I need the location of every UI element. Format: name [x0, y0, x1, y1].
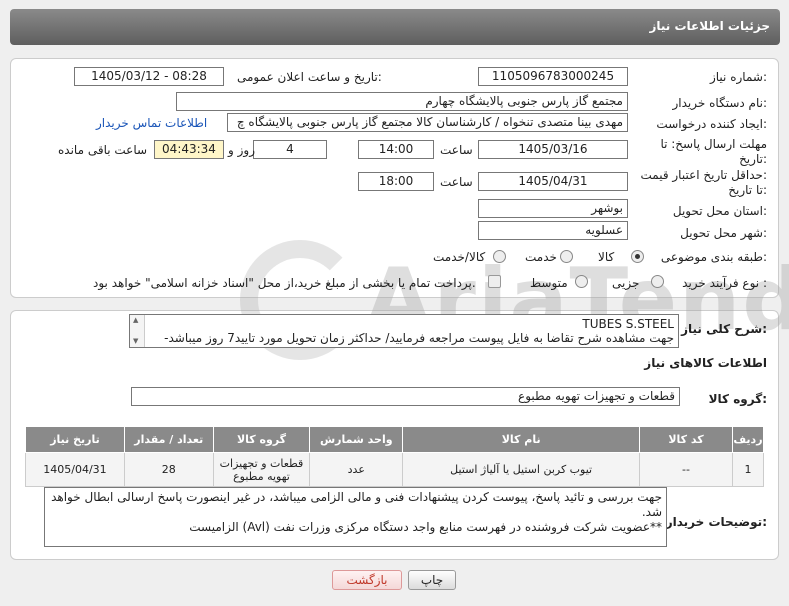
process-option-medium: متوسط [530, 276, 568, 290]
process-radio-minor[interactable] [651, 275, 664, 288]
deadline-label: مهلت ارسال پاسخ: تا [660, 137, 767, 151]
city-label: شهر محل تحویل: [680, 226, 767, 240]
back-button[interactable]: بازگشت [332, 570, 402, 590]
announce-field[interactable]: 1405/03/12 - 08:28 [74, 67, 224, 86]
deadline-time-label: ساعت [440, 143, 473, 157]
validity-time-label: ساعت [440, 175, 473, 189]
items-table-header: ردیف کد کالا نام کالا واحد شمارش گروه کا… [25, 426, 765, 453]
validity-label: حداقل تاریخ اعتبار قیمت: [640, 168, 767, 182]
col-group: گروه کالا [212, 426, 311, 453]
goods-group-label: گروه کالا: [708, 392, 767, 406]
deadline-time-field[interactable]: 14:00 [358, 140, 434, 159]
category-label: طبقه بندی موضوعی: [660, 250, 767, 264]
goods-group-field[interactable]: قطعات و تجهیزات تهویه مطبوع [131, 387, 680, 406]
print-button[interactable]: چاپ [408, 570, 456, 590]
table-row: 1 -- تیوب کربن استیل یا آلیاژ استیل عدد … [25, 452, 765, 487]
deadline-label-date: تاریخ: [739, 152, 767, 166]
process-option-minor: جزیی [612, 276, 640, 290]
description-textarea[interactable]: ▲ ▼ TUBES S.STEEL جهت مشاهده شرح تقاضا ب… [129, 314, 679, 348]
category-radio-goods-service[interactable] [493, 250, 506, 263]
deadline-date-field[interactable]: 1405/03/16 [478, 140, 628, 159]
page-title: جزئیات اطلاعات نیاز [649, 19, 770, 33]
cell-code: -- [639, 452, 733, 487]
description-scrollbar[interactable]: ▲ ▼ [130, 315, 145, 347]
remaining-time-field[interactable]: 04:43:34 [154, 140, 224, 159]
description-label: شرح کلی نیاز: [681, 322, 767, 336]
remaining-time-label: ساعت باقی مانده [58, 143, 148, 157]
cell-group: قطعات و تجهیزات تهویه مطبوع [212, 452, 311, 487]
category-radio-service[interactable] [560, 250, 573, 263]
validity-label-date: تا تاریخ: [728, 183, 767, 197]
page-header: جزئیات اطلاعات نیاز [10, 9, 780, 45]
buyer-notes-line-2: **عضویت شرکت فروشنده در فهرست منابع واجد… [189, 520, 662, 534]
category-option-goods-service: کالا/خدمت [433, 250, 486, 264]
cell-qty: 28 [123, 452, 214, 487]
scroll-up-icon[interactable]: ▲ [133, 316, 138, 325]
province-field[interactable]: بوشهر [478, 199, 628, 218]
items-section-title: اطلاعات کالاهای نیاز [644, 356, 767, 370]
col-code: کد کالا [639, 426, 733, 453]
items-table: ردیف کد کالا نام کالا واحد شمارش گروه کا… [25, 426, 765, 487]
cell-date: 1405/04/31 [25, 452, 125, 487]
city-field[interactable]: عسلویه [478, 221, 628, 240]
buyer-notes-line-1: جهت بررسی و تائید پاسخ، پیوست کردن پیشنه… [51, 490, 662, 519]
cell-unit: عدد [309, 452, 404, 487]
process-radio-medium[interactable] [575, 275, 588, 288]
treasury-payment-text: پرداخت تمام یا بخشی از مبلغ خرید،از محل … [93, 276, 476, 290]
col-row: ردیف [731, 426, 765, 453]
buyer-org-label: نام دستگاه خریدار: [672, 96, 768, 110]
buyer-notes-textarea[interactable]: جهت بررسی و تائید پاسخ، پیوست کردن پیشنه… [44, 487, 667, 547]
scroll-down-icon[interactable]: ▼ [133, 337, 138, 346]
validity-time-field[interactable]: 18:00 [358, 172, 434, 191]
cell-index: 1 [731, 452, 765, 487]
creator-field[interactable]: مهدی بینا متصدی تنخواه / کارشناسان کالا … [227, 113, 628, 132]
need-number-label: شماره نیاز: [709, 70, 767, 84]
col-date: تاریخ نیاز [25, 426, 125, 453]
col-qty: تعداد / مقدار [123, 426, 214, 453]
buyer-notes-label: توضیحات خریدار: [665, 515, 767, 529]
creator-label: ایجاد کننده درخواست: [656, 117, 767, 131]
description-line-1: TUBES S.STEEL [582, 317, 674, 331]
need-number-field[interactable]: 1105096783000245 [478, 67, 628, 86]
days-remaining-field[interactable]: 4 [253, 140, 327, 159]
buyer-org-field[interactable]: مجتمع گاز پارس جنوبی پالایشگاه چهارم [176, 92, 628, 111]
buyer-contact-link[interactable]: اطلاعات تماس خریدار [96, 116, 207, 130]
province-label: استان محل تحویل: [672, 204, 767, 218]
category-option-goods: کالا [598, 250, 615, 264]
process-label: نوع فرآیند خرید : [682, 276, 767, 290]
col-name: نام کالا [402, 426, 641, 453]
announce-label: تاریخ و ساعت اعلان عمومی: [237, 70, 382, 84]
treasury-payment-checkbox[interactable] [488, 275, 501, 288]
cell-name: تیوب کربن استیل یا آلیاژ استیل [402, 452, 641, 487]
days-label: روز و [228, 143, 255, 157]
category-radio-goods[interactable] [631, 250, 644, 263]
description-line-2: جهت مشاهده شرح تقاضا به فایل پیوست مراجع… [164, 331, 674, 345]
validity-date-field[interactable]: 1405/04/31 [478, 172, 628, 191]
col-unit: واحد شمارش [309, 426, 404, 453]
category-option-service: خدمت [525, 250, 557, 264]
